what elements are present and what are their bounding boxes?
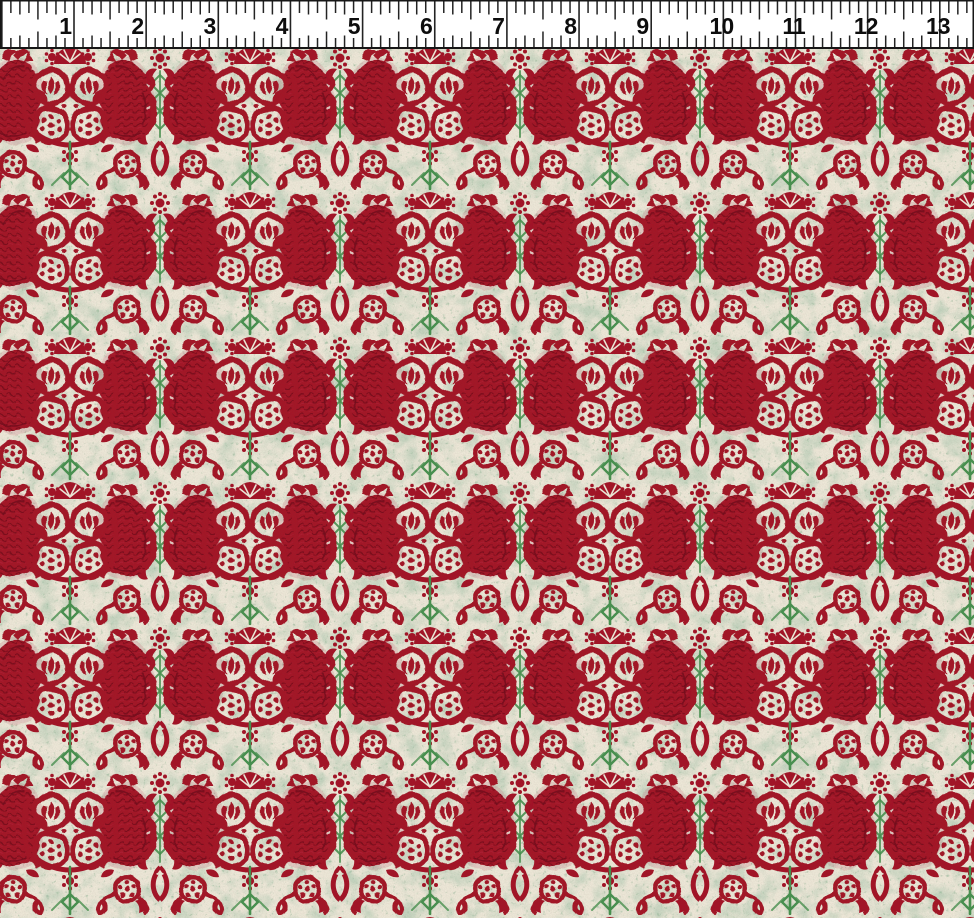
ruler-number: 2 — [131, 13, 143, 39]
ruler-number: 6 — [420, 13, 432, 39]
fabric-swatch-photo: 12345678910111213 — [0, 0, 974, 918]
ruler: 12345678910111213 — [0, 0, 974, 49]
damask-pattern — [0, 49, 974, 918]
ruler-number: 8 — [564, 13, 577, 39]
ruler-number: 1 — [59, 13, 72, 39]
ruler-number: 12 — [854, 13, 878, 39]
ruler-number: 4 — [276, 13, 289, 39]
ruler-number: 3 — [204, 13, 216, 39]
ruler-number: 7 — [492, 13, 504, 39]
fabric-swatch — [0, 49, 974, 918]
ruler-number: 11 — [782, 13, 806, 39]
ruler-number: 13 — [926, 13, 950, 39]
fabric-weave-grain — [0, 49, 974, 918]
ruler-number: 5 — [348, 13, 361, 39]
ruler-scale: 12345678910111213 — [0, 0, 974, 49]
ruler-number: 9 — [636, 13, 648, 39]
ruler-number: 10 — [710, 13, 734, 39]
